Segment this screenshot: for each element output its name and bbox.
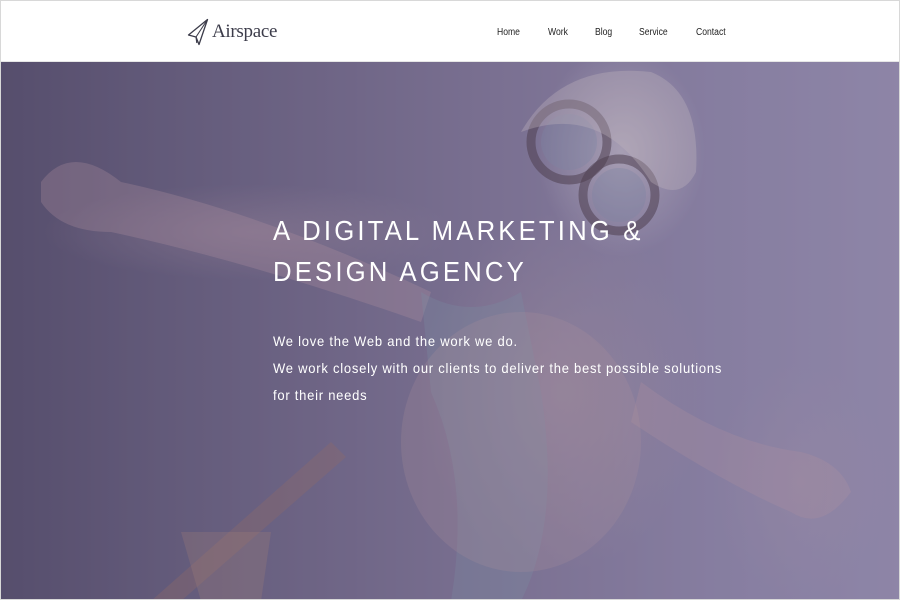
nav-item-home[interactable]: Home <box>497 27 520 38</box>
paper-plane-icon <box>187 18 209 46</box>
page: Airspace Home Work Blog Service Contact <box>0 0 900 600</box>
nav-item-contact[interactable]: Contact <box>696 27 726 38</box>
hero-tagline-line-3: for their needs <box>273 387 368 403</box>
logo-text: Airspace <box>212 21 278 42</box>
site-header: Airspace Home Work Blog Service Contact <box>1 1 899 62</box>
nav-item-service[interactable]: Service <box>639 27 668 38</box>
hero-headline: A DIGITAL MARKETING & DESIGN AGENCY <box>273 210 659 292</box>
nav-item-blog[interactable]: Blog <box>595 27 612 38</box>
logo-link[interactable]: Airspace <box>187 17 277 47</box>
hero-headline-line-1: A DIGITAL MARKETING & <box>273 215 644 246</box>
hero-tagline-line-1: We love the Web and the work we do. <box>273 333 518 349</box>
hero-tagline-line-2: We work closely with our clients to deli… <box>273 360 723 376</box>
nav-item-work[interactable]: Work <box>548 27 568 38</box>
hero-headline-line-2: DESIGN AGENCY <box>273 256 527 287</box>
hero-section: A DIGITAL MARKETING & DESIGN AGENCY We l… <box>1 62 899 599</box>
main-nav: Home Work Blog Service Contact <box>497 27 755 38</box>
hero-tagline: We love the Web and the work we do. We w… <box>273 328 723 409</box>
